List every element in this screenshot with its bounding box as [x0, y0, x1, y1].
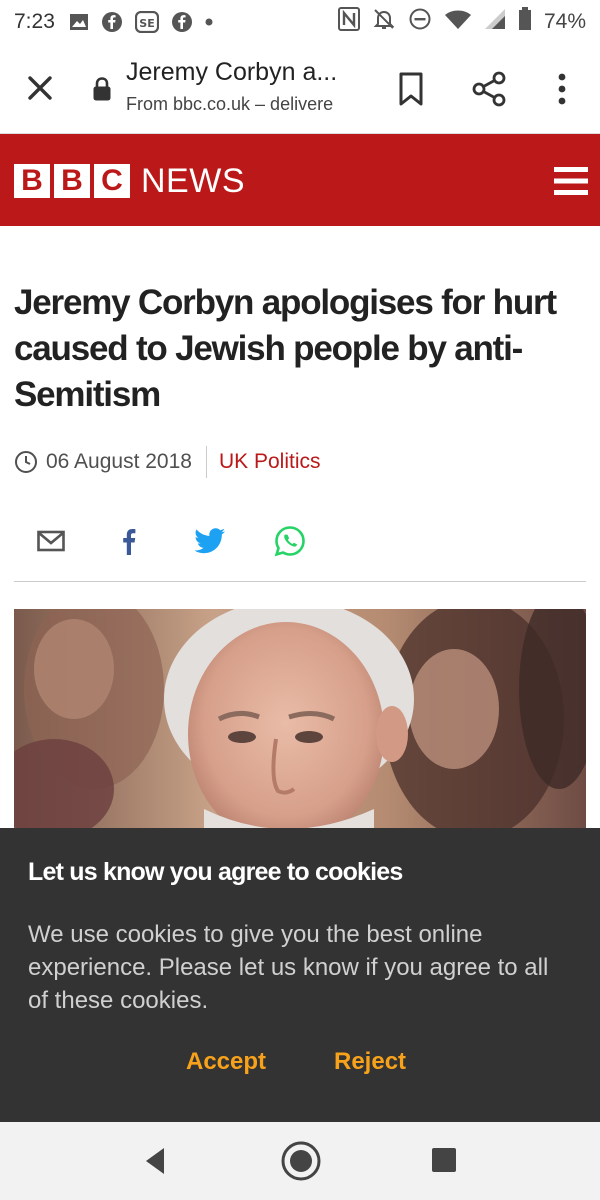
twitter-icon[interactable]: [194, 526, 226, 556]
article-photo: [14, 609, 586, 829]
do-not-disturb-icon: [408, 7, 432, 37]
share-tools: [36, 526, 316, 557]
image-icon: [69, 12, 89, 32]
nfc-icon: [337, 7, 360, 37]
home-icon[interactable]: [280, 1140, 322, 1187]
logo-block: C: [94, 164, 130, 198]
logo-block: B: [54, 164, 90, 198]
custom-tab-toolbar: Jeremy Corbyn a... From bbc.co.uk – deli…: [0, 44, 600, 134]
page-title[interactable]: Jeremy Corbyn a...: [126, 58, 366, 87]
facebook-icon: [171, 11, 193, 33]
page-source[interactable]: From bbc.co.uk – delivere: [126, 94, 358, 115]
se-icon: SE: [134, 11, 159, 33]
bbc-logo[interactable]: B B C: [14, 164, 130, 198]
cookie-banner: Let us know you agree to cookies We use …: [0, 828, 600, 1122]
share-icon[interactable]: [470, 70, 508, 108]
signal-icon: [484, 8, 506, 36]
logo-block: B: [14, 164, 50, 198]
reject-cookies-button[interactable]: Reject: [334, 1048, 406, 1076]
system-navigation-bar: [0, 1122, 600, 1200]
battery-icon: [518, 7, 532, 37]
article-date: 06 August 2018: [46, 450, 192, 473]
bookmark-icon[interactable]: [394, 70, 428, 108]
site-header: B B C NEWS: [0, 134, 600, 226]
back-icon[interactable]: [142, 1142, 168, 1185]
recents-icon[interactable]: [430, 1146, 458, 1179]
menu-icon[interactable]: [554, 164, 588, 203]
status-time: 7:23: [14, 10, 55, 33]
section-link[interactable]: UK Politics: [219, 450, 321, 474]
facebook-icon: [101, 11, 123, 33]
whatsapp-icon[interactable]: [274, 526, 306, 557]
meta-divider: [205, 446, 207, 478]
share-divider: [14, 581, 586, 582]
article-headline: Jeremy Corbyn apologises for hurt caused…: [14, 283, 557, 414]
svg-text:SE: SE: [139, 17, 154, 30]
accept-cookies-button[interactable]: Accept: [186, 1048, 266, 1076]
dot-icon: [205, 18, 213, 26]
lock-icon: [92, 76, 112, 102]
battery-level: 74%: [543, 10, 586, 33]
close-icon[interactable]: [22, 70, 58, 106]
status-bar: 7:23 SE 74%: [0, 0, 600, 44]
notifications-off-icon: [372, 7, 396, 37]
cookie-banner-title: Let us know you agree to cookies: [28, 858, 403, 886]
wifi-icon: [444, 8, 472, 36]
clock-icon: [14, 450, 38, 474]
cookie-banner-message: We use cookies to give you the best onli…: [28, 921, 549, 1014]
article-meta: 06 August 2018 UK Politics: [14, 446, 321, 478]
more-options-icon[interactable]: [550, 70, 574, 108]
news-wordmark[interactable]: NEWS: [141, 162, 245, 200]
facebook-icon[interactable]: [120, 526, 138, 556]
email-icon[interactable]: [36, 526, 66, 556]
